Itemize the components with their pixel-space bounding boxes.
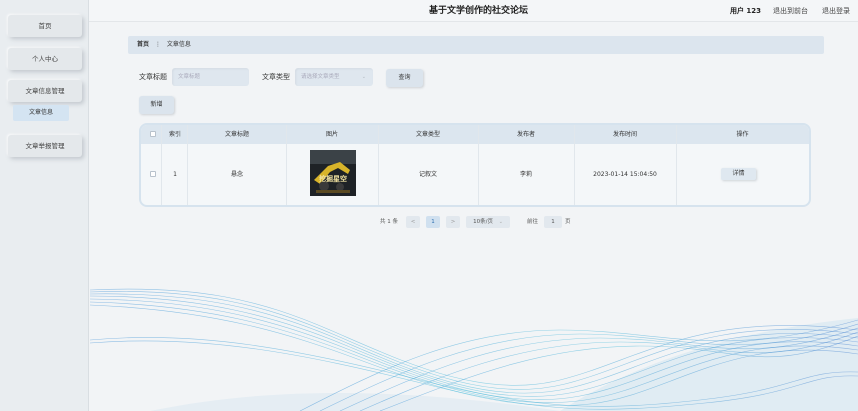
article-table: 索引 文章标题 图片 文章类型 发布者 发布时间 操作 1 悬念 挖掘星空 记叙… <box>139 123 811 207</box>
header-title: 文章标题 <box>224 131 249 138</box>
type-select[interactable]: 请选择文章类型 ⌄ <box>295 68 373 86</box>
sidebar-subitem-article-info[interactable]: 文章信息 <box>13 105 69 121</box>
prev-page-button[interactable]: < <box>406 216 420 228</box>
row-title: 悬念 <box>230 171 243 178</box>
total-count: 共 1 条 <box>380 219 398 225</box>
page-suffix: 页 <box>565 219 571 225</box>
logout-link[interactable]: 退出登录 <box>822 0 850 22</box>
goto-page-input[interactable]: 1 <box>544 216 562 228</box>
header-image: 图片 <box>325 131 338 138</box>
row-checkbox[interactable] <box>150 171 156 177</box>
sidebar-item-article-management[interactable]: 文章信息管理 <box>8 80 82 102</box>
breadcrumb: 首页 ⋮ 文章信息 <box>128 36 824 54</box>
header-time: 发布时间 <box>612 131 637 138</box>
row-author: 李莉 <box>519 171 532 178</box>
breadcrumb-separator-icon: ⋮ <box>154 41 161 48</box>
chevron-down-icon: ⌄ <box>361 74 366 80</box>
table-header: 索引 文章标题 图片 文章类型 发布者 发布时间 操作 <box>141 125 809 144</box>
row-type: 记叙文 <box>418 171 437 178</box>
next-page-button[interactable]: > <box>446 216 460 228</box>
current-user: 用户 123 <box>730 7 762 15</box>
title-search-label: 文章标题 <box>139 73 167 81</box>
chevron-down-icon: ⌄ <box>498 219 503 225</box>
row-index: 1 <box>173 171 177 178</box>
query-button[interactable]: 查询 <box>386 69 423 87</box>
header-action: 操作 <box>736 131 749 138</box>
page-size-value: 10条/页 <box>473 219 493 225</box>
sidebar: 首页 个人中心 文章信息管理 文章信息 文章举报管理 <box>0 0 89 411</box>
page-size-select[interactable]: 10条/页 ⌄ <box>466 216 510 228</box>
select-all-checkbox[interactable] <box>150 131 156 137</box>
header-type: 文章类型 <box>415 131 440 138</box>
breadcrumb-current: 文章信息 <box>166 41 191 48</box>
sidebar-item-home[interactable]: 首页 <box>8 15 82 37</box>
header-author: 发布者 <box>516 131 535 138</box>
row-time: 2023-01-14 15:04:50 <box>593 171 657 178</box>
article-thumbnail[interactable]: 挖掘星空 <box>310 150 356 196</box>
title-search-input[interactable]: 文章标题 <box>172 68 249 86</box>
add-button[interactable]: 新增 <box>139 96 174 114</box>
exit-to-frontend-link[interactable]: 退出到前台 <box>773 0 808 22</box>
detail-button[interactable]: 详情 <box>721 168 756 180</box>
table-row[interactable]: 1 悬念 挖掘星空 记叙文 李莉 2023-01-14 15:04:50 详情 <box>141 144 809 205</box>
goto-label: 前往 <box>527 219 539 225</box>
thumbnail-text: 挖掘星空 <box>319 174 347 183</box>
type-select-label: 文章类型 <box>262 73 290 81</box>
sidebar-item-personal-center[interactable]: 个人中心 <box>8 48 82 70</box>
type-select-placeholder: 请选择文章类型 <box>301 74 340 80</box>
top-header: 基于文学创作的社交论坛 用户 123 退出到前台 退出登录 <box>89 0 858 22</box>
site-title: 基于文学创作的社交论坛 <box>429 6 529 16</box>
breadcrumb-home[interactable]: 首页 <box>137 41 149 48</box>
header-index: 索引 <box>168 131 181 138</box>
page-1-button[interactable]: 1 <box>426 216 440 228</box>
sidebar-item-report-management[interactable]: 文章举报管理 <box>8 135 82 157</box>
